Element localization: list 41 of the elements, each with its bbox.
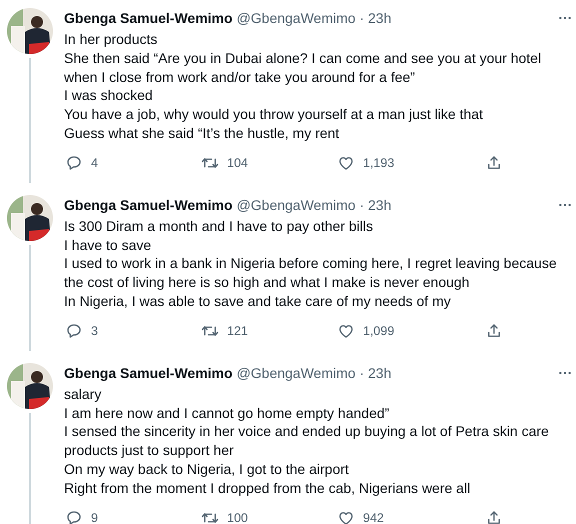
share-icon[interactable] bbox=[485, 322, 503, 340]
share-icon[interactable] bbox=[485, 508, 503, 524]
like-count: 942 bbox=[363, 510, 384, 524]
avatar[interactable] bbox=[7, 362, 53, 409]
author-handle-time: @GbengaWemimo · 23h bbox=[236, 364, 392, 381]
avatar[interactable] bbox=[7, 194, 53, 241]
avatar[interactable] bbox=[7, 8, 53, 54]
reply-count: 3 bbox=[91, 324, 98, 338]
reply-icon[interactable] bbox=[65, 154, 83, 172]
author-name[interactable]: Gbenga Samuel-Wemimo bbox=[64, 196, 233, 213]
reply-count: 4 bbox=[91, 156, 98, 170]
retweet-count: 100 bbox=[227, 510, 248, 524]
tweet-text: I sensed the sincerity in her voice and ended up buying a lot of Petra skin care products just to support her bbox=[64, 422, 550, 460]
tweet-text: Is 300 Diram a month and I have to pay other bills bbox=[64, 216, 374, 236]
author-handle-time: @GbengaWemimo · 23h bbox=[236, 196, 392, 213]
tweet-text: In Nigeria, I was able to save and take care of my needs of my bbox=[64, 292, 452, 311]
tweet-text: salary bbox=[64, 384, 102, 404]
tweet-text: Guess what she said “It’s the hustle, my rent bbox=[64, 124, 340, 143]
tweet-text: I am here now and I cannot go home empty handed” bbox=[64, 404, 390, 422]
tweet-text: Right from the moment I dropped from the cab, Nigerians were all bbox=[64, 478, 472, 498]
tweet-text: I have to save bbox=[64, 236, 152, 254]
reply-icon[interactable] bbox=[65, 322, 83, 340]
tweet-text: I used to work in a bank in Nigeria before coming here, I regret leaving because the cost of living here is so high and what I make is never enough bbox=[64, 254, 558, 292]
tweet-text: In her products bbox=[64, 30, 158, 49]
like-count: 1,099 bbox=[363, 324, 394, 338]
share-icon[interactable] bbox=[485, 154, 503, 172]
more-icon[interactable] bbox=[558, 16, 572, 20]
retweet-count: 104 bbox=[227, 156, 248, 170]
author-name[interactable]: Gbenga Samuel-Wemimo bbox=[64, 364, 233, 381]
tweet-text: You have a job, why would you throw yourself at a man just like that bbox=[64, 105, 484, 124]
tweet-text: I was shocked bbox=[64, 86, 154, 106]
like-count: 1,193 bbox=[363, 156, 394, 170]
more-icon[interactable] bbox=[558, 202, 572, 207]
reply-count: 9 bbox=[91, 510, 98, 524]
more-icon[interactable] bbox=[558, 370, 572, 375]
author-handle-time: @GbengaWemimo · 23h bbox=[236, 10, 392, 26]
retweet-count: 121 bbox=[227, 324, 248, 338]
tweet-text: On my way back to Nigeria, I got to the airport bbox=[64, 460, 350, 479]
author-name[interactable]: Gbenga Samuel-Wemimo bbox=[64, 10, 233, 26]
tweet-text: She then said “Are you in Dubai alone? I can come and see you at your hotel when I close from work and/or take you around for a fee” bbox=[64, 48, 542, 86]
reply-icon[interactable] bbox=[65, 508, 83, 524]
